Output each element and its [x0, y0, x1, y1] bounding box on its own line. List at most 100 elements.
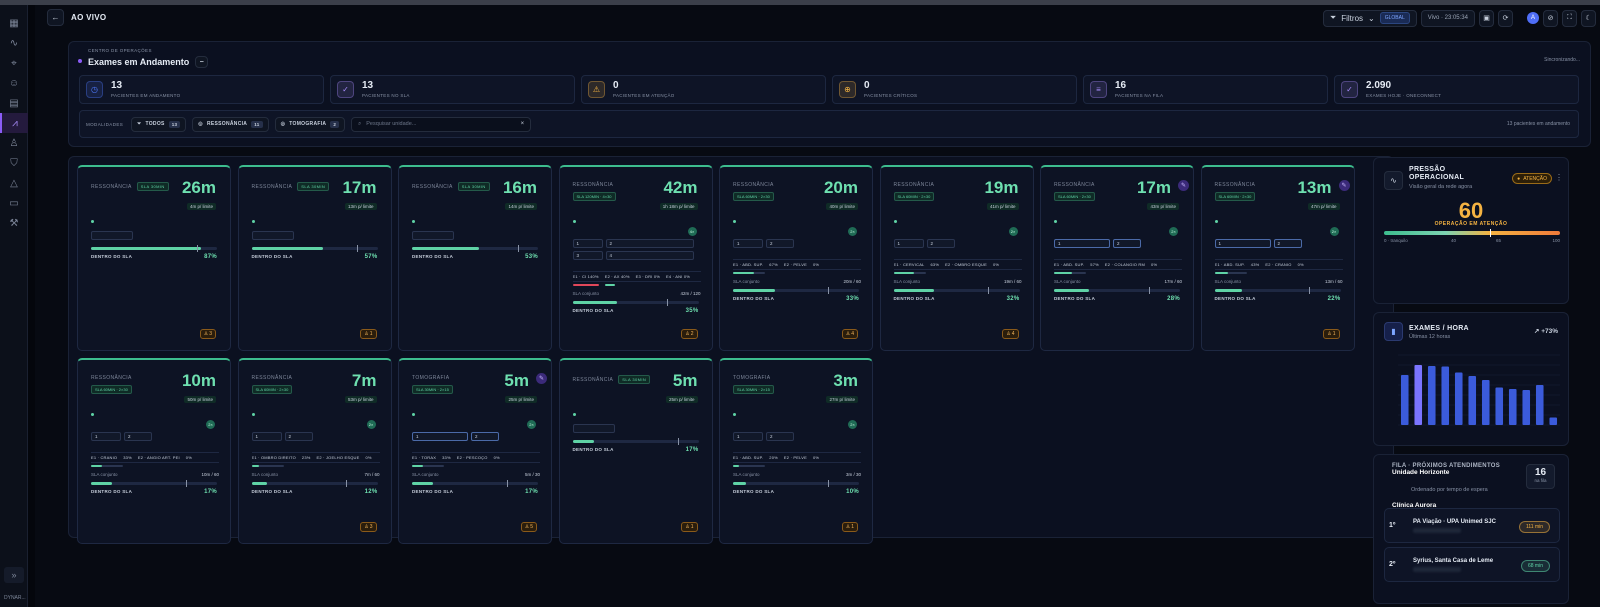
exam-slot[interactable]: 2: [1113, 239, 1141, 248]
chart-bar[interactable]: [1549, 417, 1558, 426]
chart-bar[interactable]: [1481, 380, 1490, 425]
patients-badge[interactable]: ♙ 1: [1323, 329, 1340, 339]
exam-slot[interactable]: 1: [251, 432, 282, 441]
users-icon[interactable]: ☺: [0, 73, 28, 93]
edit-icon[interactable]: ✎: [1178, 180, 1189, 191]
mute-button[interactable]: ⊘: [1543, 9, 1558, 27]
clear-search-icon[interactable]: ×: [521, 121, 525, 127]
exam-breakdown: E1 · CERVICAL 63% E2 · OMBRO ESQUE 0%: [893, 259, 1022, 270]
patients-badge[interactable]: ♙ 4: [1002, 329, 1019, 339]
status-dot: [733, 413, 736, 416]
exam-slot[interactable]: 2: [124, 432, 152, 441]
expand-sidebar-button[interactable]: »: [4, 567, 24, 583]
patients-badge[interactable]: ♙ 1: [681, 522, 698, 532]
unit-search[interactable]: ⌕ Pesquisar unidade... ×: [351, 116, 532, 132]
modality-chip-ressonancia[interactable]: ◎ RESSONÂNCIA 11: [192, 116, 269, 132]
chart-bar[interactable]: [1414, 365, 1423, 425]
chart-bar[interactable]: [1454, 372, 1463, 426]
sla-progress-bar: [893, 287, 1020, 294]
patients-badge[interactable]: ♙ 1: [841, 522, 858, 532]
card-modality: RESSONÂNCIA: [573, 182, 614, 188]
exam-slot[interactable]: 1: [733, 239, 763, 248]
location-icon[interactable]: ⌖: [0, 53, 28, 73]
elapsed-time: 3m: [833, 371, 858, 390]
exam-slot[interactable]: 2: [1273, 239, 1302, 248]
chart-bar[interactable]: [1535, 385, 1544, 425]
exam-card[interactable]: RESSONÂNCIA SLA 60MIN · 2×30 19m 41m p/ lim…: [879, 165, 1034, 351]
back-button[interactable]: ←: [47, 9, 64, 26]
chart-bar[interactable]: [1468, 376, 1477, 425]
scope-badge: GLOBAL: [1379, 12, 1410, 24]
patients-badge[interactable]: ♙ 1: [360, 329, 377, 339]
chart-bar[interactable]: [1400, 375, 1409, 425]
search-input[interactable]: Pesquisar unidade...: [366, 121, 416, 127]
queue-item[interactable]: 2º Syrius, Santa Casa de Leme 68 min: [1384, 547, 1560, 582]
exam-slot[interactable]: 2: [284, 432, 313, 441]
refresh-button[interactable]: ⟳: [1498, 9, 1513, 27]
patients-badge[interactable]: ♙ 2: [681, 329, 698, 339]
alert-icon[interactable]: △: [0, 173, 28, 193]
exam-slot[interactable]: 1: [91, 432, 121, 441]
document-icon[interactable]: ▭: [0, 193, 28, 213]
exam-slot[interactable]: 1: [1214, 239, 1271, 248]
exam-card[interactable]: TOMOGRAFIA SLA 30MIN · 2×15 5m ✎ 25m p/ limi…: [398, 358, 552, 544]
sla-percent: 57%: [364, 254, 378, 260]
fullscreen-button[interactable]: ⛶: [1562, 9, 1577, 27]
exam-card[interactable]: RESSONÂNCIA SLA 60MIN · 2×30 7m 53m p/ limi…: [237, 358, 392, 544]
exam-card[interactable]: RESSONÂNCIA SLA 30MIN 16m 14m p/ limite DENT…: [398, 165, 552, 351]
exam-slot[interactable]: 1: [733, 432, 763, 441]
exam-card[interactable]: RESSONÂNCIA SLA 60MIN · 2×30 20m 40m p/ lim…: [719, 165, 873, 351]
user-check-icon[interactable]: ♙: [0, 133, 28, 153]
sla-status: DENTRO DO SLA 53%: [412, 254, 538, 260]
avatar[interactable]: A: [1527, 12, 1539, 24]
exam-card[interactable]: RESSONÂNCIA SLA 60MIN · 2×30 13m ✎ 47m p/ li…: [1200, 165, 1355, 351]
table-icon[interactable]: ▤: [0, 93, 28, 113]
exam-slot[interactable]: 2: [926, 239, 955, 248]
queue-item[interactable]: 1º PA Viação · UPA Unimed SJC 111 min: [1384, 508, 1560, 543]
calendar-button[interactable]: ▣: [1479, 9, 1494, 27]
patients-badge[interactable]: ♙ 3: [199, 329, 216, 339]
exam-card[interactable]: RESSONÂNCIA SLA 30MIN 17m 13m p/ limite DENT…: [237, 165, 392, 351]
stat-label: PACIENTES EM ATENÇÃO: [613, 93, 675, 98]
exam-card[interactable]: RESSONÂNCIA SLA 60MIN · 2×30 10m 50m p/ lim…: [77, 358, 231, 544]
exam-slot[interactable]: 1: [893, 239, 924, 248]
live-icon[interactable]: ⩘: [0, 113, 28, 133]
filters-button[interactable]: ⏷ Filtros ⌄ GLOBAL: [1322, 9, 1417, 27]
chart-bar[interactable]: [1522, 390, 1531, 425]
edit-icon[interactable]: ✎: [536, 373, 547, 384]
exam-slot[interactable]: 2: [766, 239, 794, 248]
sla-progress-bar: [91, 480, 217, 487]
exam-card[interactable]: RESSONÂNCIA SLA 30MIN 5m 25m p/ limite DENTR…: [558, 358, 713, 544]
modality-chip-tomografia[interactable]: ◎ TOMOGRAFIA 2: [274, 116, 346, 132]
exam-card[interactable]: RESSONÂNCIA SLA 120MIN · 4×30 42m 1h 18m p/…: [558, 165, 713, 351]
edit-icon[interactable]: ✎: [1338, 180, 1350, 191]
chart-bar[interactable]: [1508, 389, 1517, 425]
grid-icon[interactable]: ▦: [0, 13, 28, 33]
more-options-icon[interactable]: ⋮: [1555, 173, 1563, 182]
exam-slot[interactable]: 4: [605, 251, 694, 260]
activity-icon[interactable]: ∿: [0, 33, 28, 53]
exam-slot[interactable]: 2: [766, 432, 794, 441]
modality-chip-todos[interactable]: ⏷ TODOS 13: [131, 116, 187, 132]
exam-slot[interactable]: 2: [471, 432, 499, 441]
exam-mini-bar: [91, 465, 123, 467]
exam-slot[interactable]: 3: [572, 251, 603, 260]
modality-text: RESSONÂNCIA: [572, 376, 614, 383]
exam-slot[interactable]: 1: [572, 239, 603, 248]
collapse-button[interactable]: −: [195, 56, 209, 68]
tool-icon[interactable]: ⚒: [0, 213, 28, 233]
chart-bar[interactable]: [1427, 366, 1436, 425]
theme-button[interactable]: ☾: [1581, 9, 1596, 27]
shield-icon[interactable]: ⛉: [0, 153, 28, 173]
exam-card[interactable]: TOMOGRAFIA SLA 30MIN · 2×15 3m 27m p/ limit…: [719, 358, 873, 544]
patients-badge[interactable]: ♙ 4: [841, 329, 858, 339]
exam-card[interactable]: RESSONÂNCIA SLA 30MIN 26m 4m p/ limite DENTR…: [77, 165, 231, 351]
exam-slot[interactable]: 1: [1054, 239, 1110, 248]
chart-bar[interactable]: [1495, 387, 1504, 426]
exam-slot[interactable]: 2: [605, 239, 694, 248]
patients-badge[interactable]: ♙ 3: [360, 522, 377, 532]
exam-slot[interactable]: 1: [412, 432, 468, 441]
patients-badge[interactable]: ♙ 5: [520, 522, 537, 532]
chart-bar[interactable]: [1441, 366, 1450, 426]
exam-card[interactable]: RESSONÂNCIA SLA 60MIN · 2×30 17m ✎ 43m p/ li…: [1040, 165, 1194, 351]
